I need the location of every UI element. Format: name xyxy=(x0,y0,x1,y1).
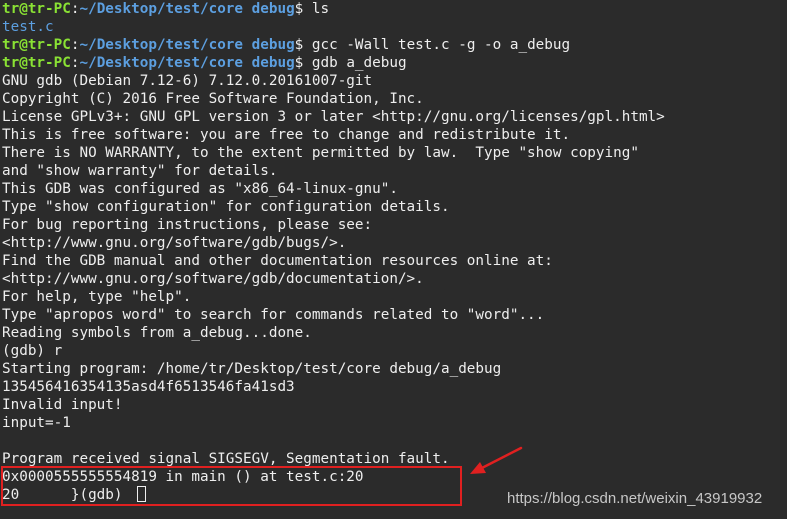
gdb-banner-line: For help, type "help". xyxy=(2,289,192,305)
gdb-banner-line: <http://www.gnu.org/software/gdb/documen… xyxy=(2,271,424,287)
arrow-annotation-icon xyxy=(470,446,523,474)
prompt-line-gcc: tr@tr-PC:~/Desktop/test/core debug$ gcc … xyxy=(2,36,570,54)
gdb-banner-line: <http://www.gnu.org/software/gdb/bugs/>. xyxy=(2,235,347,251)
command-ls: ls xyxy=(311,1,330,17)
prompt-line-gdb: tr@tr-PC:~/Desktop/test/core debug$ gdb … xyxy=(2,54,407,72)
prompt-path: ~/Desktop/test/core debug xyxy=(79,55,295,71)
gdb-banner-line: There is NO WARRANTY, to the extent perm… xyxy=(2,145,639,161)
run-output-line: input=-1 xyxy=(2,415,71,431)
command-gcc: gcc -Wall test.c -g -o a_debug xyxy=(311,37,571,53)
run-output-line: Invalid input! xyxy=(2,397,123,413)
prompt-dollar: $ xyxy=(294,1,312,17)
gdb-run-command: (gdb) r xyxy=(2,343,63,359)
gdb-banner-line: Type "show configuration" for configurat… xyxy=(2,199,450,215)
gdb-banner-line: Copyright (C) 2016 Free Software Foundat… xyxy=(2,91,424,107)
gdb-banner-line: and "show warranty" for details. xyxy=(2,163,278,179)
watermark-url: https://blog.csdn.net/weixin_43919932 xyxy=(507,490,763,507)
gdb-banner-line: This GDB was configured as "x86_64-linux… xyxy=(2,181,398,197)
gdb-banner-line: Find the GDB manual and other documentat… xyxy=(2,253,553,269)
prompt-user-host: tr@tr-PC xyxy=(2,55,71,71)
gdb-banner-line: Type "apropos word" to search for comman… xyxy=(2,307,545,323)
highlight-box xyxy=(1,466,462,506)
gdb-banner-line: For bug reporting instructions, please s… xyxy=(2,217,373,233)
prompt-line-ls: tr@tr-PC:~/Desktop/test/core debug$ ls xyxy=(2,0,329,18)
prompt-path: ~/Desktop/test/core debug xyxy=(79,37,295,53)
prompt-path: ~/Desktop/test/core debug xyxy=(79,1,295,17)
terminal-window[interactable]: tr@tr-PC:~/Desktop/test/core debug$ ls t… xyxy=(1,0,787,519)
run-output-line: 135456416354135asd4f6513546fa41sd3 xyxy=(2,379,295,395)
prompt-user-host: tr@tr-PC xyxy=(2,1,71,17)
gdb-banner-line: This is free software: you are free to c… xyxy=(2,127,571,143)
command-gdb: gdb a_debug xyxy=(311,55,407,71)
prompt-user-host: tr@tr-PC xyxy=(2,37,71,53)
prompt-dollar: $ xyxy=(294,55,312,71)
ls-output-file: test.c xyxy=(2,19,54,35)
prompt-dollar: $ xyxy=(294,37,312,53)
gdb-banner-line: Reading symbols from a_debug...done. xyxy=(2,325,312,341)
gdb-banner-line: GNU gdb (Debian 7.12-6) 7.12.0.20161007-… xyxy=(2,73,373,89)
run-output-line: Starting program: /home/tr/Desktop/test/… xyxy=(2,361,502,377)
gdb-banner-line: License GPLv3+: GNU GPL version 3 or lat… xyxy=(2,109,665,125)
